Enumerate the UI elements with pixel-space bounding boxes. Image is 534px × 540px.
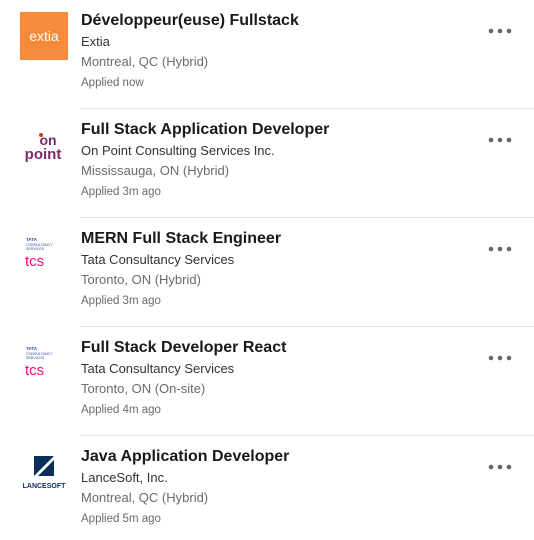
lancesoft-logo-graphic: LANCESOFT bbox=[23, 456, 67, 490]
job-list-item[interactable]: LANCESOFT Java Application Developer Lan… bbox=[0, 436, 534, 540]
ellipsis-horizontal-icon bbox=[488, 464, 512, 470]
job-details: Full Stack Application Developer On Poin… bbox=[81, 120, 481, 200]
extia-logo[interactable]: extia bbox=[20, 12, 68, 60]
job-title[interactable]: Full Stack Application Developer bbox=[81, 120, 481, 140]
logo-text: extia bbox=[29, 28, 59, 44]
job-title[interactable]: Développeur(euse) Fullstack bbox=[81, 11, 481, 31]
job-list-item[interactable]: extia Développeur(euse) Fullstack Extia … bbox=[0, 0, 534, 109]
job-details: MERN Full Stack Engineer Tata Consultanc… bbox=[81, 229, 481, 309]
ellipsis-horizontal-icon bbox=[488, 246, 512, 252]
svg-text:point: point bbox=[25, 146, 62, 163]
more-options-button[interactable] bbox=[484, 237, 516, 261]
application-status: Applied 5m ago bbox=[81, 513, 161, 525]
ellipsis-horizontal-icon bbox=[488, 137, 512, 143]
application-status: Applied 4m ago bbox=[81, 404, 161, 416]
ellipsis-horizontal-icon bbox=[488, 355, 512, 361]
company-name: Tata Consultancy Services bbox=[81, 361, 235, 376]
application-status: Applied now bbox=[81, 77, 144, 89]
more-options-button[interactable] bbox=[484, 128, 516, 152]
applied-jobs-list: extia Développeur(euse) Fullstack Extia … bbox=[0, 0, 534, 540]
company-name: Extia bbox=[81, 34, 110, 49]
lancesoft-logo[interactable]: LANCESOFT bbox=[20, 448, 68, 496]
job-title[interactable]: Full Stack Developer React bbox=[81, 338, 481, 358]
more-options-button[interactable] bbox=[484, 346, 516, 370]
tcs-logo[interactable]: TATA CONSULTANCY SERVICES tcs bbox=[20, 230, 68, 278]
job-location: Mississauga, ON (Hybrid) bbox=[81, 163, 230, 178]
job-title[interactable]: Java Application Developer bbox=[81, 447, 481, 467]
application-status: Applied 3m ago bbox=[81, 186, 161, 198]
extia-logo-graphic: extia bbox=[20, 12, 68, 60]
job-list-item[interactable]: on point Full Stack Application Develope… bbox=[0, 109, 534, 218]
tcs-logo-graphic: TATA CONSULTANCY SERVICES tcs bbox=[25, 237, 53, 270]
ellipsis-horizontal-icon bbox=[488, 28, 512, 34]
job-location: Toronto, ON (On-site) bbox=[81, 381, 206, 396]
job-title[interactable]: MERN Full Stack Engineer bbox=[81, 229, 481, 249]
job-location: Montreal, QC (Hybrid) bbox=[81, 490, 209, 505]
more-options-button[interactable] bbox=[484, 455, 516, 479]
job-details: Full Stack Developer React Tata Consulta… bbox=[81, 338, 481, 418]
svg-text:tcs: tcs bbox=[25, 362, 44, 379]
more-options-button[interactable] bbox=[484, 19, 516, 43]
job-list-item[interactable]: TATA CONSULTANCY SERVICES tcs Full Stack… bbox=[0, 327, 534, 436]
application-status: Applied 3m ago bbox=[81, 295, 161, 307]
svg-text:tcs: tcs bbox=[25, 253, 44, 270]
onpoint-logo[interactable]: on point bbox=[20, 121, 68, 169]
svg-text:TATA: TATA bbox=[26, 346, 38, 351]
company-name: LanceSoft, Inc. bbox=[81, 470, 168, 485]
job-location: Montreal, QC (Hybrid) bbox=[81, 54, 209, 69]
job-details: Java Application Developer LanceSoft, In… bbox=[81, 447, 481, 527]
logo-text: LANCESOFT bbox=[23, 483, 67, 490]
tcs-logo-graphic: TATA CONSULTANCY SERVICES tcs bbox=[25, 346, 53, 379]
company-name: On Point Consulting Services Inc. bbox=[81, 143, 275, 158]
job-list-item[interactable]: TATA CONSULTANCY SERVICES tcs MERN Full … bbox=[0, 218, 534, 327]
svg-text:TATA: TATA bbox=[26, 237, 38, 242]
company-name: Tata Consultancy Services bbox=[81, 252, 235, 267]
svg-text:SERVICES: SERVICES bbox=[26, 356, 45, 360]
svg-text:SERVICES: SERVICES bbox=[26, 247, 45, 251]
tcs-logo[interactable]: TATA CONSULTANCY SERVICES tcs bbox=[20, 339, 68, 387]
job-details: Développeur(euse) Fullstack Extia Montre… bbox=[81, 11, 481, 91]
job-location: Toronto, ON (Hybrid) bbox=[81, 272, 201, 287]
onpoint-logo-graphic: on point bbox=[25, 132, 62, 163]
